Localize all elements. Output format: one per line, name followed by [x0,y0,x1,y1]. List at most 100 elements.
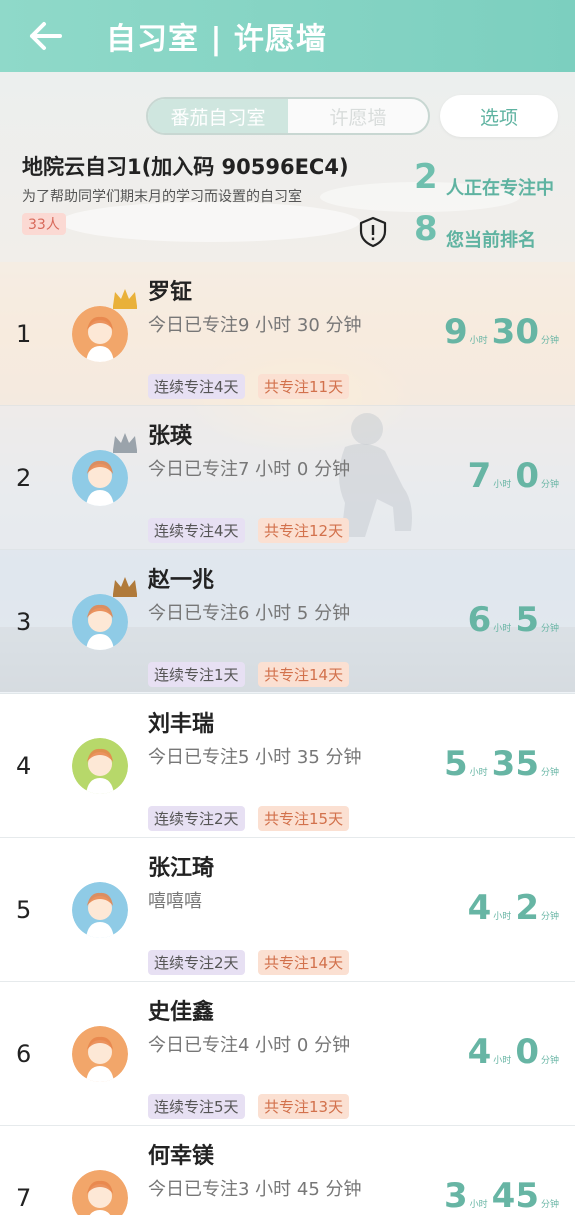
rank-number: 4 [16,752,32,780]
user-name: 张瑛 [148,424,193,449]
leaderboard-row[interactable]: 5 张江琦嘻嘻嘻连续专注2天 共专注14天 4 小时 2 分钟 [0,838,575,982]
minute-unit: 分钟 [540,912,559,922]
user-name: 刘丰瑞 [148,712,215,737]
hours-value: 4 [467,888,492,928]
minutes-value: 45 [491,1176,539,1215]
hours-value: 7 [467,456,492,496]
rank-number: 5 [16,896,32,924]
focus-status-text: 今日已专注5 小时 35 分钟 [148,747,362,768]
avatar[interactable] [72,738,128,794]
user-name: 张江琦 [148,856,215,881]
avatar[interactable] [72,882,128,938]
minute-unit: 分钟 [540,336,559,346]
avatar[interactable] [72,594,128,650]
rank-number: 2 [16,464,32,492]
focus-status-text: 今日已专注7 小时 0 分钟 [148,459,351,480]
user-name: 罗钲 [148,280,193,305]
rank-number: 1 [16,320,32,348]
hour-unit: 小时 [493,1056,512,1066]
rank-number: 3 [16,608,32,636]
avatar[interactable] [72,1170,128,1215]
leaderboard-row[interactable]: 4 刘丰瑞今日已专注5 小时 35 分钟连续专注2天 共专注15天 5 小时 35 分钟 [0,694,575,838]
minutes-value: 5 [515,600,539,640]
hour-unit: 小时 [493,624,512,634]
focus-time: 9 小时 30 分钟 [444,312,559,352]
focus-time: 4 小时 2 分钟 [468,888,559,928]
streak-tag: 连续专注2天 [148,950,245,975]
focus-time: 7 小时 0 分钟 [468,456,559,496]
crown-icon [113,289,137,309]
streak-tag: 连续专注4天 [148,518,245,543]
hour-unit: 小时 [493,912,512,922]
avatar[interactable] [72,1026,128,1082]
minute-unit: 分钟 [540,1056,559,1066]
hours-value: 6 [467,600,492,640]
focus-status-text: 今日已专注4 小时 0 分钟 [148,1035,351,1056]
room-name: 地院云自习1(加入码 90596EC4) [22,155,349,179]
hours-value: 5 [443,744,468,784]
leaderboard-row[interactable]: 7 何幸镁今日已专注3 小时 45 分钟 3 小时 45 分钟 [0,1126,575,1215]
user-name: 赵一兆 [148,568,215,593]
leaderboard-row[interactable]: 6 史佳鑫今日已专注4 小时 0 分钟连续专注5天 共专注13天 4 小时 0 分钟 [0,982,575,1126]
streak-tag: 连续专注1天 [148,662,245,687]
room-tabs: 番茄自习室 许愿墙 [146,97,430,135]
focus-status-text: 今日已专注3 小时 45 分钟 [148,1179,362,1200]
hours-value: 9 [443,312,468,352]
focus-status-text: 今日已专注9 小时 30 分钟 [148,315,362,336]
leaderboard-row[interactable]: 3 赵一兆今日已专注6 小时 5 分钟连续专注1天 共专注14天 6 小时 5 分钟 [0,550,575,694]
my-rank-label: 您当前排名 [446,230,536,251]
total-days-tag: 共专注12天 [258,518,350,543]
streak-tag: 连续专注2天 [148,806,245,831]
crown-icon [113,433,137,453]
hour-unit: 小时 [469,768,488,778]
arrow-left-icon [30,22,62,50]
minutes-value: 0 [515,456,539,496]
page-title: 自习室 | 许愿墙 [106,22,327,57]
minute-unit: 分钟 [540,1200,559,1210]
focus-time: 6 小时 5 分钟 [468,600,559,640]
focusing-count: 2 [414,157,438,197]
crown-icon [113,577,137,597]
rank-number: 7 [16,1184,32,1212]
app-header: 自习室 | 许愿墙 [0,0,575,72]
minute-unit: 分钟 [540,480,559,490]
streak-tag: 连续专注4天 [148,374,245,399]
avatar[interactable] [72,450,128,506]
avatar[interactable] [72,306,128,362]
total-days-tag: 共专注13天 [258,1094,350,1119]
minutes-value: 2 [515,888,539,928]
focus-time: 3 小时 45 分钟 [444,1176,559,1215]
tab-pomodoro-room[interactable]: 番茄自习室 [148,99,288,133]
rank-number: 6 [16,1040,32,1068]
focus-status-text: 今日已专注6 小时 5 分钟 [148,603,351,624]
focusing-label: 人正在专注中 [446,178,554,199]
total-days-tag: 共专注14天 [258,662,350,687]
leaderboard-row[interactable]: 2 张瑛今日已专注7 小时 0 分钟连续专注4天 共专注12天 7 小时 0 分钟 [0,406,575,550]
my-rank-number: 8 [414,209,438,249]
minutes-value: 0 [515,1032,539,1072]
focus-status-text: 嘻嘻嘻 [148,891,202,912]
hour-unit: 小时 [493,480,512,490]
shield-alert-icon[interactable] [358,216,388,248]
minute-unit: 分钟 [540,768,559,778]
hour-unit: 小时 [469,336,488,346]
hour-unit: 小时 [469,1200,488,1210]
member-count-badge: 33人 [22,213,66,235]
minutes-value: 30 [491,312,539,352]
tab-wish-wall[interactable]: 许愿墙 [288,99,428,133]
total-days-tag: 共专注15天 [258,806,350,831]
hours-value: 3 [443,1176,468,1215]
options-button[interactable]: 选项 [440,95,558,137]
hours-value: 4 [467,1032,492,1072]
total-days-tag: 共专注14天 [258,950,350,975]
streak-tag: 连续专注5天 [148,1094,245,1119]
user-name: 史佳鑫 [148,1000,215,1025]
back-button[interactable] [0,0,90,72]
user-name: 何幸镁 [148,1144,215,1169]
leaderboard-row[interactable]: 1 罗钲今日已专注9 小时 30 分钟连续专注4天 共专注11天 9 小时 30 分钟 [0,262,575,406]
total-days-tag: 共专注11天 [258,374,350,399]
focus-time: 4 小时 0 分钟 [468,1032,559,1072]
focus-time: 5 小时 35 分钟 [444,744,559,784]
room-description: 为了帮助同学们期末月的学习而设置的自习室 [22,189,302,205]
minutes-value: 35 [491,744,539,784]
